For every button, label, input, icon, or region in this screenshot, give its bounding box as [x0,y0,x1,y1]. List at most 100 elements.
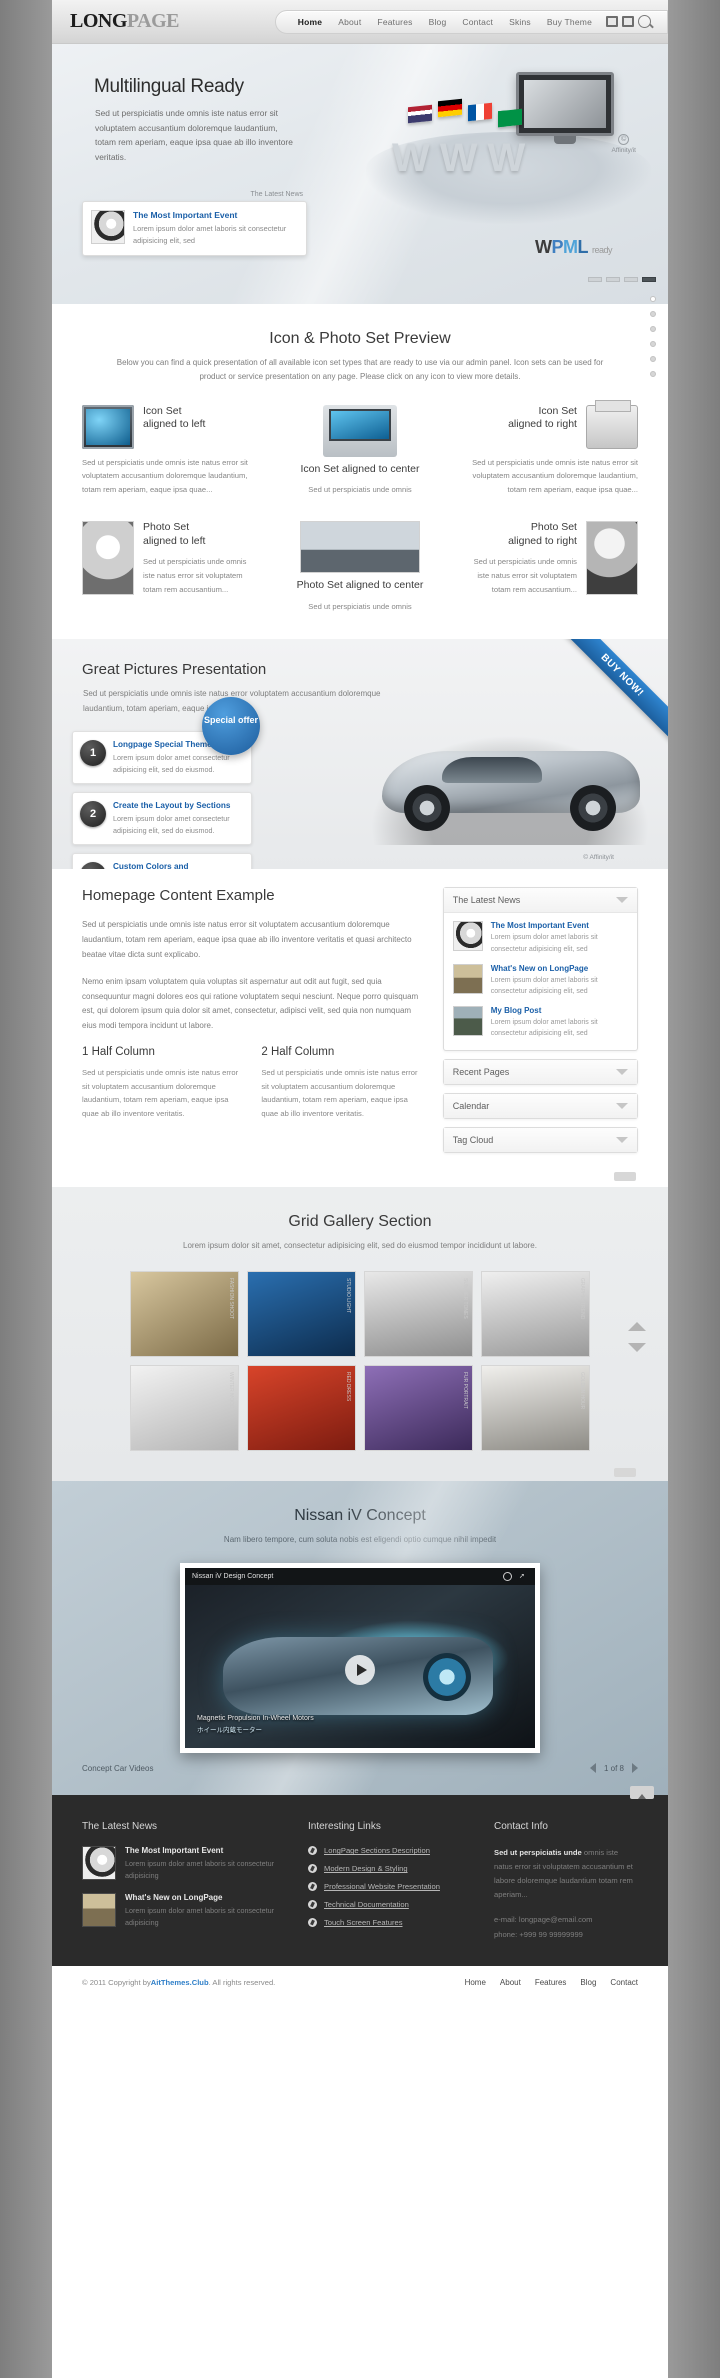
chevron-down-icon[interactable] [616,1102,628,1109]
widget-header[interactable]: Recent Pages [443,1059,637,1084]
rail-dot[interactable] [650,326,656,332]
nav-item-home[interactable]: Home [290,17,330,27]
hero-pager-dot[interactable] [606,277,620,282]
gallery-item[interactable]: FASHION SHOOT [130,1270,239,1357]
page-scroll-rail [650,296,656,377]
icon-card-left: Icon Set aligned to left Sed ut perspici… [82,404,259,497]
gallery-item[interactable]: WINTER MOOD [130,1364,239,1451]
tv-stand-graphic [554,136,576,144]
widget-header[interactable]: Calendar [443,1093,637,1118]
gallery-item[interactable]: GRAPHIC TREND [481,1270,590,1357]
nav-item-contact[interactable]: Contact [454,17,501,27]
nav-item-buy-theme[interactable]: Buy Theme [539,17,600,27]
printer-icon[interactable] [585,399,638,449]
content-paragraph-2: Nemo enim ipsam voluptatem quia voluptas… [82,976,419,1031]
footer-nav-contact[interactable]: Contact [610,1978,638,1987]
desktop-computer-icon[interactable] [82,404,134,449]
hero-news-title[interactable]: The Most Important Event [133,210,298,220]
site-logo[interactable]: LONGPAGE [70,10,179,33]
chevron-up-icon[interactable] [628,1321,646,1331]
picasa-icon[interactable] [622,16,634,27]
chevron-down-icon[interactable] [628,1342,646,1352]
hero-news-box[interactable]: The Most Important Event Lorem ipsum dol… [82,201,307,256]
footer-nav-home[interactable]: Home [465,1978,486,1987]
photo-mountain-icon[interactable] [299,521,420,574]
flickr-icon[interactable] [606,16,618,27]
footer-email[interactable]: e-mail: longpage@email.com [494,1913,638,1927]
nav-item-about[interactable]: About [330,17,369,27]
video-player-bar: Nissan iV Design Concept ➚ [185,1568,535,1586]
widget-header[interactable]: Tag Cloud [443,1127,637,1152]
footer-news-item-title[interactable]: The Most Important Event [125,1846,282,1855]
list-item[interactable]: What's New on LongPage Lorem ipsum dolor… [452,963,628,997]
next-arrow-icon[interactable] [632,1763,638,1774]
hero-pager-dot-active[interactable] [642,277,656,282]
hero-pager-dot[interactable] [624,277,638,282]
copyright-link[interactable]: AitThemes.Club [151,1978,209,1987]
rail-dot[interactable] [650,371,656,377]
list-item[interactable]: My Blog Post Lorem ipsum dolor amet labo… [452,1006,628,1039]
chevron-down-icon[interactable] [616,1068,628,1075]
gallery-item[interactable]: STUDIO LIGHT [247,1270,356,1357]
nav-item-blog[interactable]: Blog [421,17,455,27]
rail-dot-active[interactable] [650,296,656,302]
gallery-item[interactable]: SUMMER TONES [364,1270,473,1357]
rail-dot[interactable] [650,311,656,317]
share-icon[interactable]: ➚ [519,1572,528,1581]
nav-item-skins[interactable]: Skins [501,17,539,27]
footer-link[interactable]: Technical Documentation [308,1900,468,1910]
prev-arrow-icon[interactable] [589,1763,596,1774]
video-footer-label: Concept Car Videos [82,1763,154,1773]
footer-link[interactable]: Professional Website Presentation [308,1882,468,1892]
step-item-3[interactable]: 3 Custom Colors and Backgrounds Lorem ip… [72,853,252,870]
footer-contact-bold: Sed ut perspiciatis unde [494,1848,582,1858]
video-pager: 1 of 8 [589,1763,638,1774]
photo-man-portrait-icon[interactable] [585,521,638,596]
laptop-icon[interactable] [322,404,397,457]
sidebar-news-title[interactable]: What's New on LongPage [491,964,628,973]
rail-dot[interactable] [650,356,656,362]
step-item-2[interactable]: 2 Create the Layout by Sections Lorem ip… [72,792,252,846]
footer-contact-column: Contact Info Sed ut perspiciatis unde om… [494,1821,638,1941]
search-icon[interactable] [638,15,651,28]
special-offer-badge[interactable]: Special offer [202,697,260,756]
footer-nav-features[interactable]: Features [535,1978,567,1987]
video-player[interactable]: Nissan iV Design Concept ➚ Magnetic Prop… [180,1563,540,1754]
step-title: Custom Colors and Backgrounds [113,862,189,870]
footer-news-item-title[interactable]: What's New on LongPage [125,1893,282,1902]
video-scene: Magnetic Propulsion In-Wheel Motors ホイール… [185,1585,535,1749]
sidebar-news-title[interactable]: My Blog Post [491,1006,628,1015]
footer-link[interactable]: Modern Design & Styling [308,1864,468,1874]
photo-woman-dress-icon[interactable] [82,521,134,596]
clock-icon[interactable] [503,1572,512,1582]
video-subtitle: Nam libero tempore, cum soluta nobis est… [223,1534,497,1544]
gallery-item[interactable]: GOLDEN HOUR [481,1364,590,1451]
footer-link[interactable]: Touch Screen Features [308,1918,468,1928]
sidebar-news-title[interactable]: The Most Important Event [491,921,628,930]
section-collapse-handle[interactable] [614,1171,636,1181]
chevron-down-icon[interactable] [616,897,628,904]
widget-header[interactable]: The Latest News [443,888,637,914]
hero-pager-dot[interactable] [588,277,602,282]
news-thumbnail [82,1846,116,1881]
nav-item-features[interactable]: Features [369,17,420,27]
gallery-item[interactable]: RED DRESS [247,1364,356,1451]
hero-affiliate: © Affinity/it [612,134,636,154]
footer-link[interactable]: LongPage Sections Description [308,1846,468,1856]
rail-dot[interactable] [650,341,656,347]
chevron-down-icon[interactable] [616,1136,628,1143]
widget-calendar: Calendar [442,1092,638,1119]
photo-card-title: Photo Set aligned to right [508,521,577,547]
widget-news-list: The Most Important Event Lorem ipsum dol… [444,913,637,1049]
footer-link-label: Touch Screen Features [324,1918,403,1928]
back-to-top-button[interactable] [630,1786,654,1800]
footer-news-item[interactable]: The Most Important Event Lorem ipsum dol… [82,1846,282,1881]
footer-news-item[interactable]: What's New on LongPage Lorem ipsum dolor… [82,1893,282,1928]
footer-nav-about[interactable]: About [500,1978,521,1987]
footer-nav-blog[interactable]: Blog [580,1978,596,1987]
list-item[interactable]: The Most Important Event Lorem ipsum dol… [452,921,628,954]
gallery-item[interactable]: FUR PORTRAIT [364,1364,473,1451]
play-button[interactable] [345,1655,375,1686]
photo-card-text: Sed ut perspiciatis unde omnis [308,601,412,611]
section-collapse-handle[interactable] [614,1467,636,1477]
